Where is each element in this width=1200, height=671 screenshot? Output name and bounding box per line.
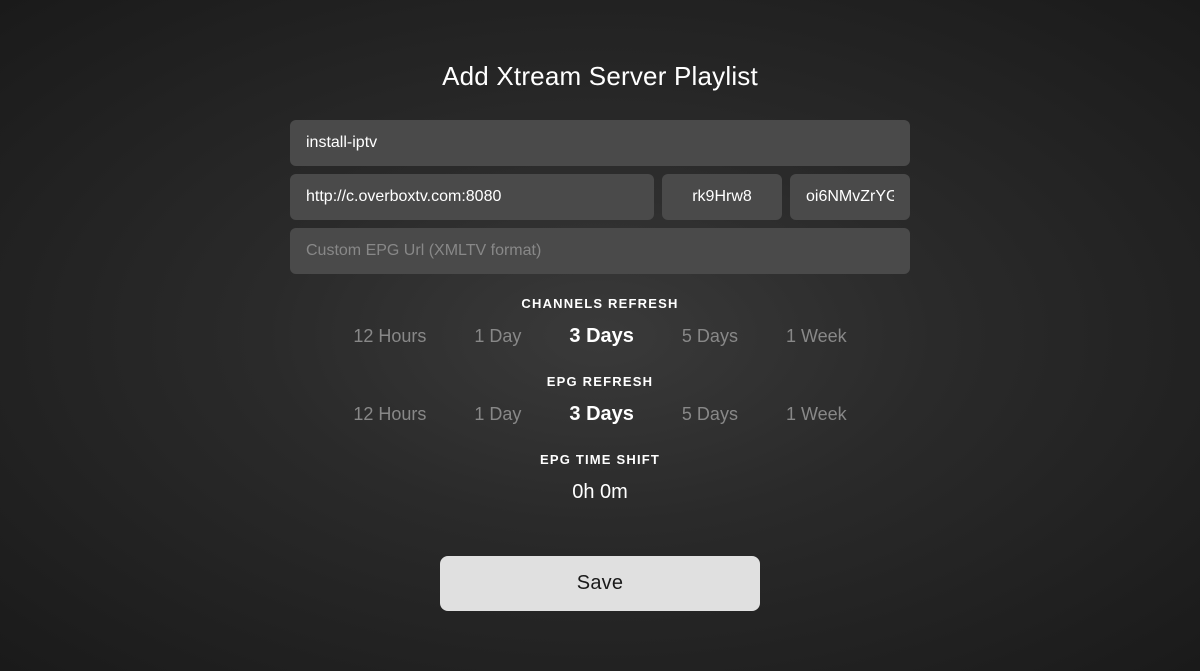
save-button[interactable]: Save	[440, 556, 760, 611]
epg-1week[interactable]: 1 Week	[778, 400, 855, 429]
playlist-name-input[interactable]	[290, 120, 910, 166]
epg-url-input[interactable]	[290, 228, 910, 274]
epg-time-shift-value[interactable]: 0h 0m	[572, 481, 628, 504]
add-playlist-dialog: Add Xtream Server Playlist CHANNELS REFR…	[290, 61, 910, 611]
server-url-input[interactable]	[290, 174, 654, 220]
server-row	[290, 174, 910, 220]
epg-time-shift-label: EPG TIME SHIFT	[540, 452, 660, 467]
dialog-title: Add Xtream Server Playlist	[442, 61, 758, 92]
password-input[interactable]	[790, 174, 910, 220]
channels-refresh-options: 12 Hours 1 Day 3 Days 5 Days 1 Week	[345, 321, 854, 352]
username-input[interactable]	[662, 174, 782, 220]
channels-12h[interactable]: 12 Hours	[345, 322, 434, 351]
epg-1day[interactable]: 1 Day	[466, 400, 529, 429]
epg-3days[interactable]: 3 Days	[561, 399, 642, 430]
epg-refresh-options: 12 Hours 1 Day 3 Days 5 Days 1 Week	[345, 399, 854, 430]
form-section	[290, 120, 910, 274]
epg-refresh-label: EPG REFRESH	[547, 374, 653, 389]
channels-5days[interactable]: 5 Days	[674, 322, 746, 351]
channels-refresh-label: CHANNELS REFRESH	[521, 296, 678, 311]
epg-12h[interactable]: 12 Hours	[345, 400, 434, 429]
epg-5days[interactable]: 5 Days	[674, 400, 746, 429]
channels-1week[interactable]: 1 Week	[778, 322, 855, 351]
channels-3days[interactable]: 3 Days	[561, 321, 642, 352]
channels-1day[interactable]: 1 Day	[466, 322, 529, 351]
